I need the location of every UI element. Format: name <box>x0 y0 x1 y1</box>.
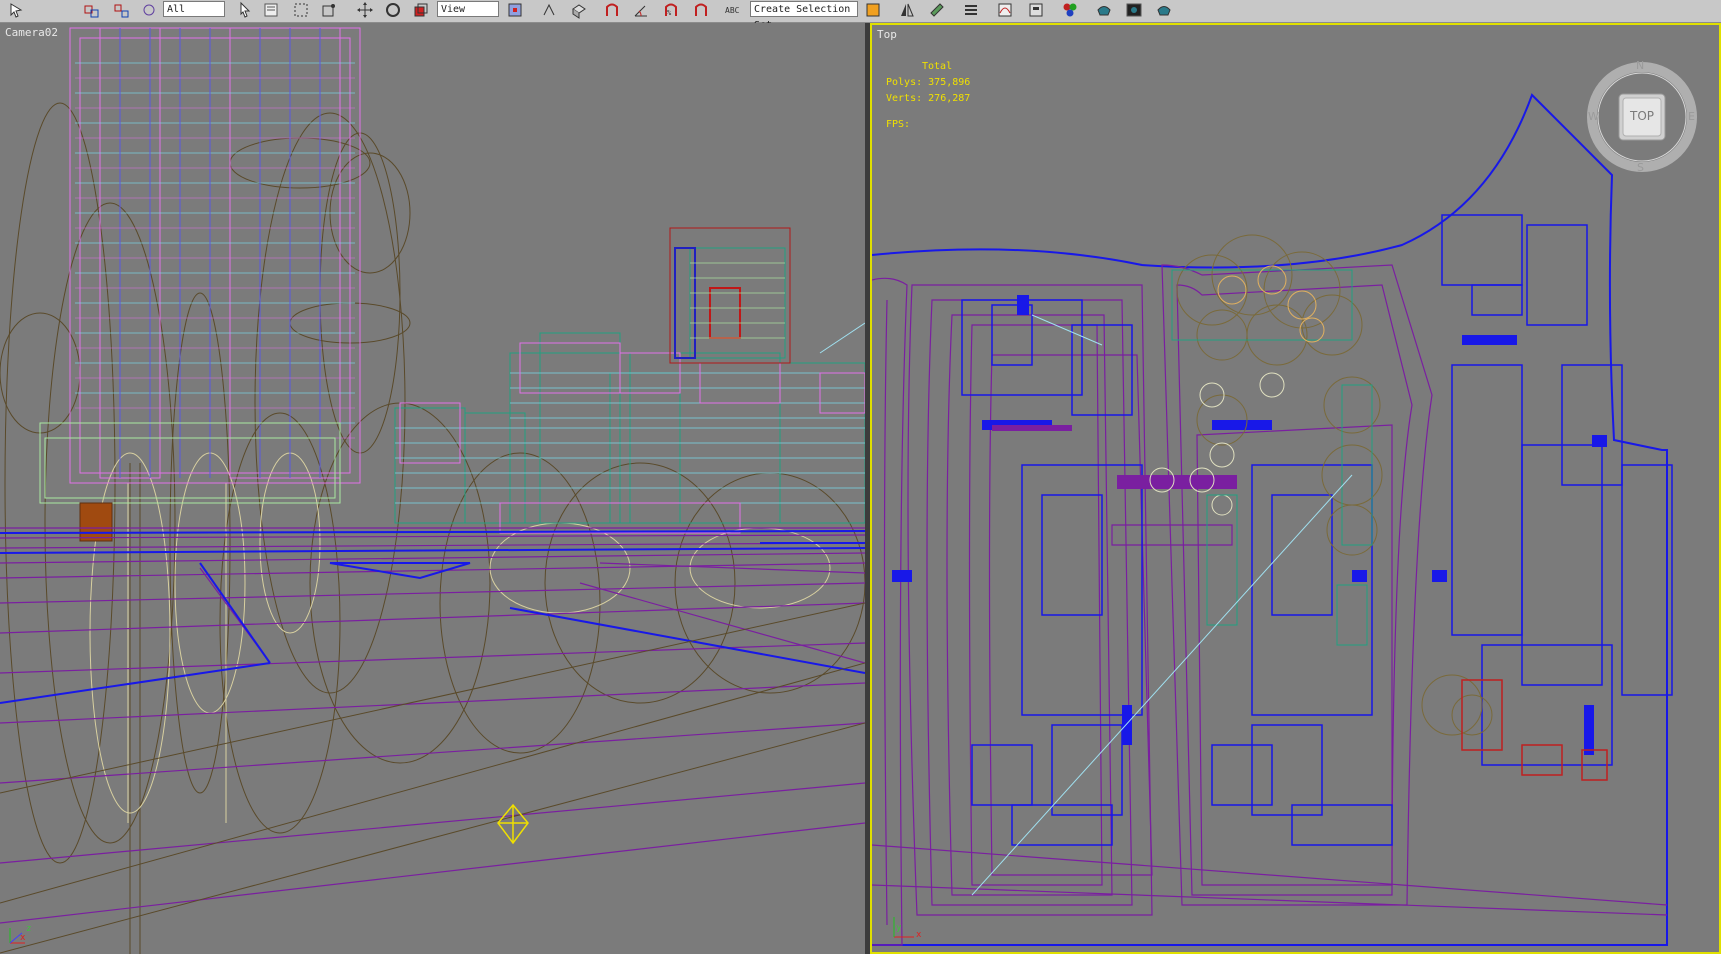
viewport-label[interactable]: Top <box>877 28 897 41</box>
spinner-snap-icon[interactable] <box>692 1 710 19</box>
curve-editor-icon[interactable] <box>996 1 1014 19</box>
axis-x-label: x <box>20 933 26 943</box>
align-icon[interactable] <box>928 1 946 19</box>
select-by-name-icon[interactable] <box>262 1 280 19</box>
edit-named-selection-icon[interactable]: ABC <box>724 1 742 19</box>
polys-label: Polys: <box>886 77 923 88</box>
viewport-label[interactable]: Camera02 <box>5 26 58 39</box>
viewcube-west-label[interactable]: W <box>1588 110 1599 123</box>
camera-target-icon <box>497 803 529 845</box>
camera-wireframe-scene <box>0 27 865 954</box>
select-and-manipulate-icon[interactable] <box>540 1 558 19</box>
link-icon[interactable] <box>82 1 100 19</box>
angle-snap-icon[interactable] <box>632 1 650 19</box>
svg-text:%: % <box>667 9 672 17</box>
polys-row: Polys: 375,896 <box>886 75 970 91</box>
viewcube-face-label[interactable]: TOP <box>1619 109 1665 123</box>
percent-snap-icon[interactable]: % <box>662 1 680 19</box>
named-selection-edit-icon[interactable] <box>864 1 882 19</box>
reference-coordinate-dropdown[interactable]: View <box>437 1 499 17</box>
select-object-icon[interactable] <box>8 1 26 19</box>
rotate-icon[interactable] <box>384 1 402 19</box>
viewcube-south-label[interactable]: S <box>1637 161 1644 174</box>
axis-x-label: x <box>916 930 922 940</box>
pivot-center-icon[interactable] <box>506 1 524 19</box>
render-setup-icon[interactable] <box>1095 1 1113 19</box>
schematic-view-icon[interactable] <box>1027 1 1045 19</box>
select-icon[interactable] <box>236 1 254 19</box>
viewcube[interactable]: TOP N S W E <box>1586 59 1698 174</box>
top-viewport[interactable]: Top Total Polys: 375,896 Verts: 276,287 FPS… <box>870 23 1721 954</box>
render-production-icon[interactable] <box>1155 1 1173 19</box>
verts-label: Verts: <box>886 93 923 104</box>
svg-text:ABC: ABC <box>725 6 740 15</box>
named-selection-set-dropdown[interactable]: Create Selection Set <box>750 1 858 31</box>
move-icon[interactable] <box>356 1 374 19</box>
polygon-stats-overlay: Total Polys: 375,896 Verts: 276,287 FPS: <box>886 59 970 133</box>
material-editor-icon[interactable] <box>1061 1 1079 19</box>
layer-manager-icon[interactable] <box>962 1 980 19</box>
scale-icon[interactable] <box>412 1 430 19</box>
fps-label: FPS: <box>886 119 911 130</box>
axis-y-label: y <box>896 923 902 933</box>
mirror-icon[interactable] <box>898 1 916 19</box>
bind-to-space-warp-icon[interactable] <box>140 1 158 19</box>
snaps-toggle-icon[interactable] <box>603 1 621 19</box>
rectangular-selection-region-icon[interactable] <box>292 1 310 19</box>
stats-header: Total <box>922 61 953 72</box>
viewcube-east-label[interactable]: E <box>1688 110 1695 123</box>
main-toolbar: All View % ABC Create Selection Set <box>0 0 1721 31</box>
rendered-frame-window-icon[interactable] <box>1125 1 1143 19</box>
keyboard-shortcut-icon[interactable] <box>570 1 588 19</box>
verts-row: Verts: 276,287 <box>886 91 970 107</box>
unlink-icon[interactable] <box>112 1 130 19</box>
viewcube-north-label[interactable]: N <box>1636 59 1644 72</box>
camera-viewport[interactable]: Camera02 z x <box>0 23 865 954</box>
polys-value: 375,896 <box>928 77 971 88</box>
axis-z-label: z <box>26 924 32 934</box>
verts-value: 276,287 <box>928 93 971 104</box>
selection-filter-dropdown[interactable]: All <box>163 1 225 17</box>
window-crossing-icon[interactable] <box>320 1 338 19</box>
